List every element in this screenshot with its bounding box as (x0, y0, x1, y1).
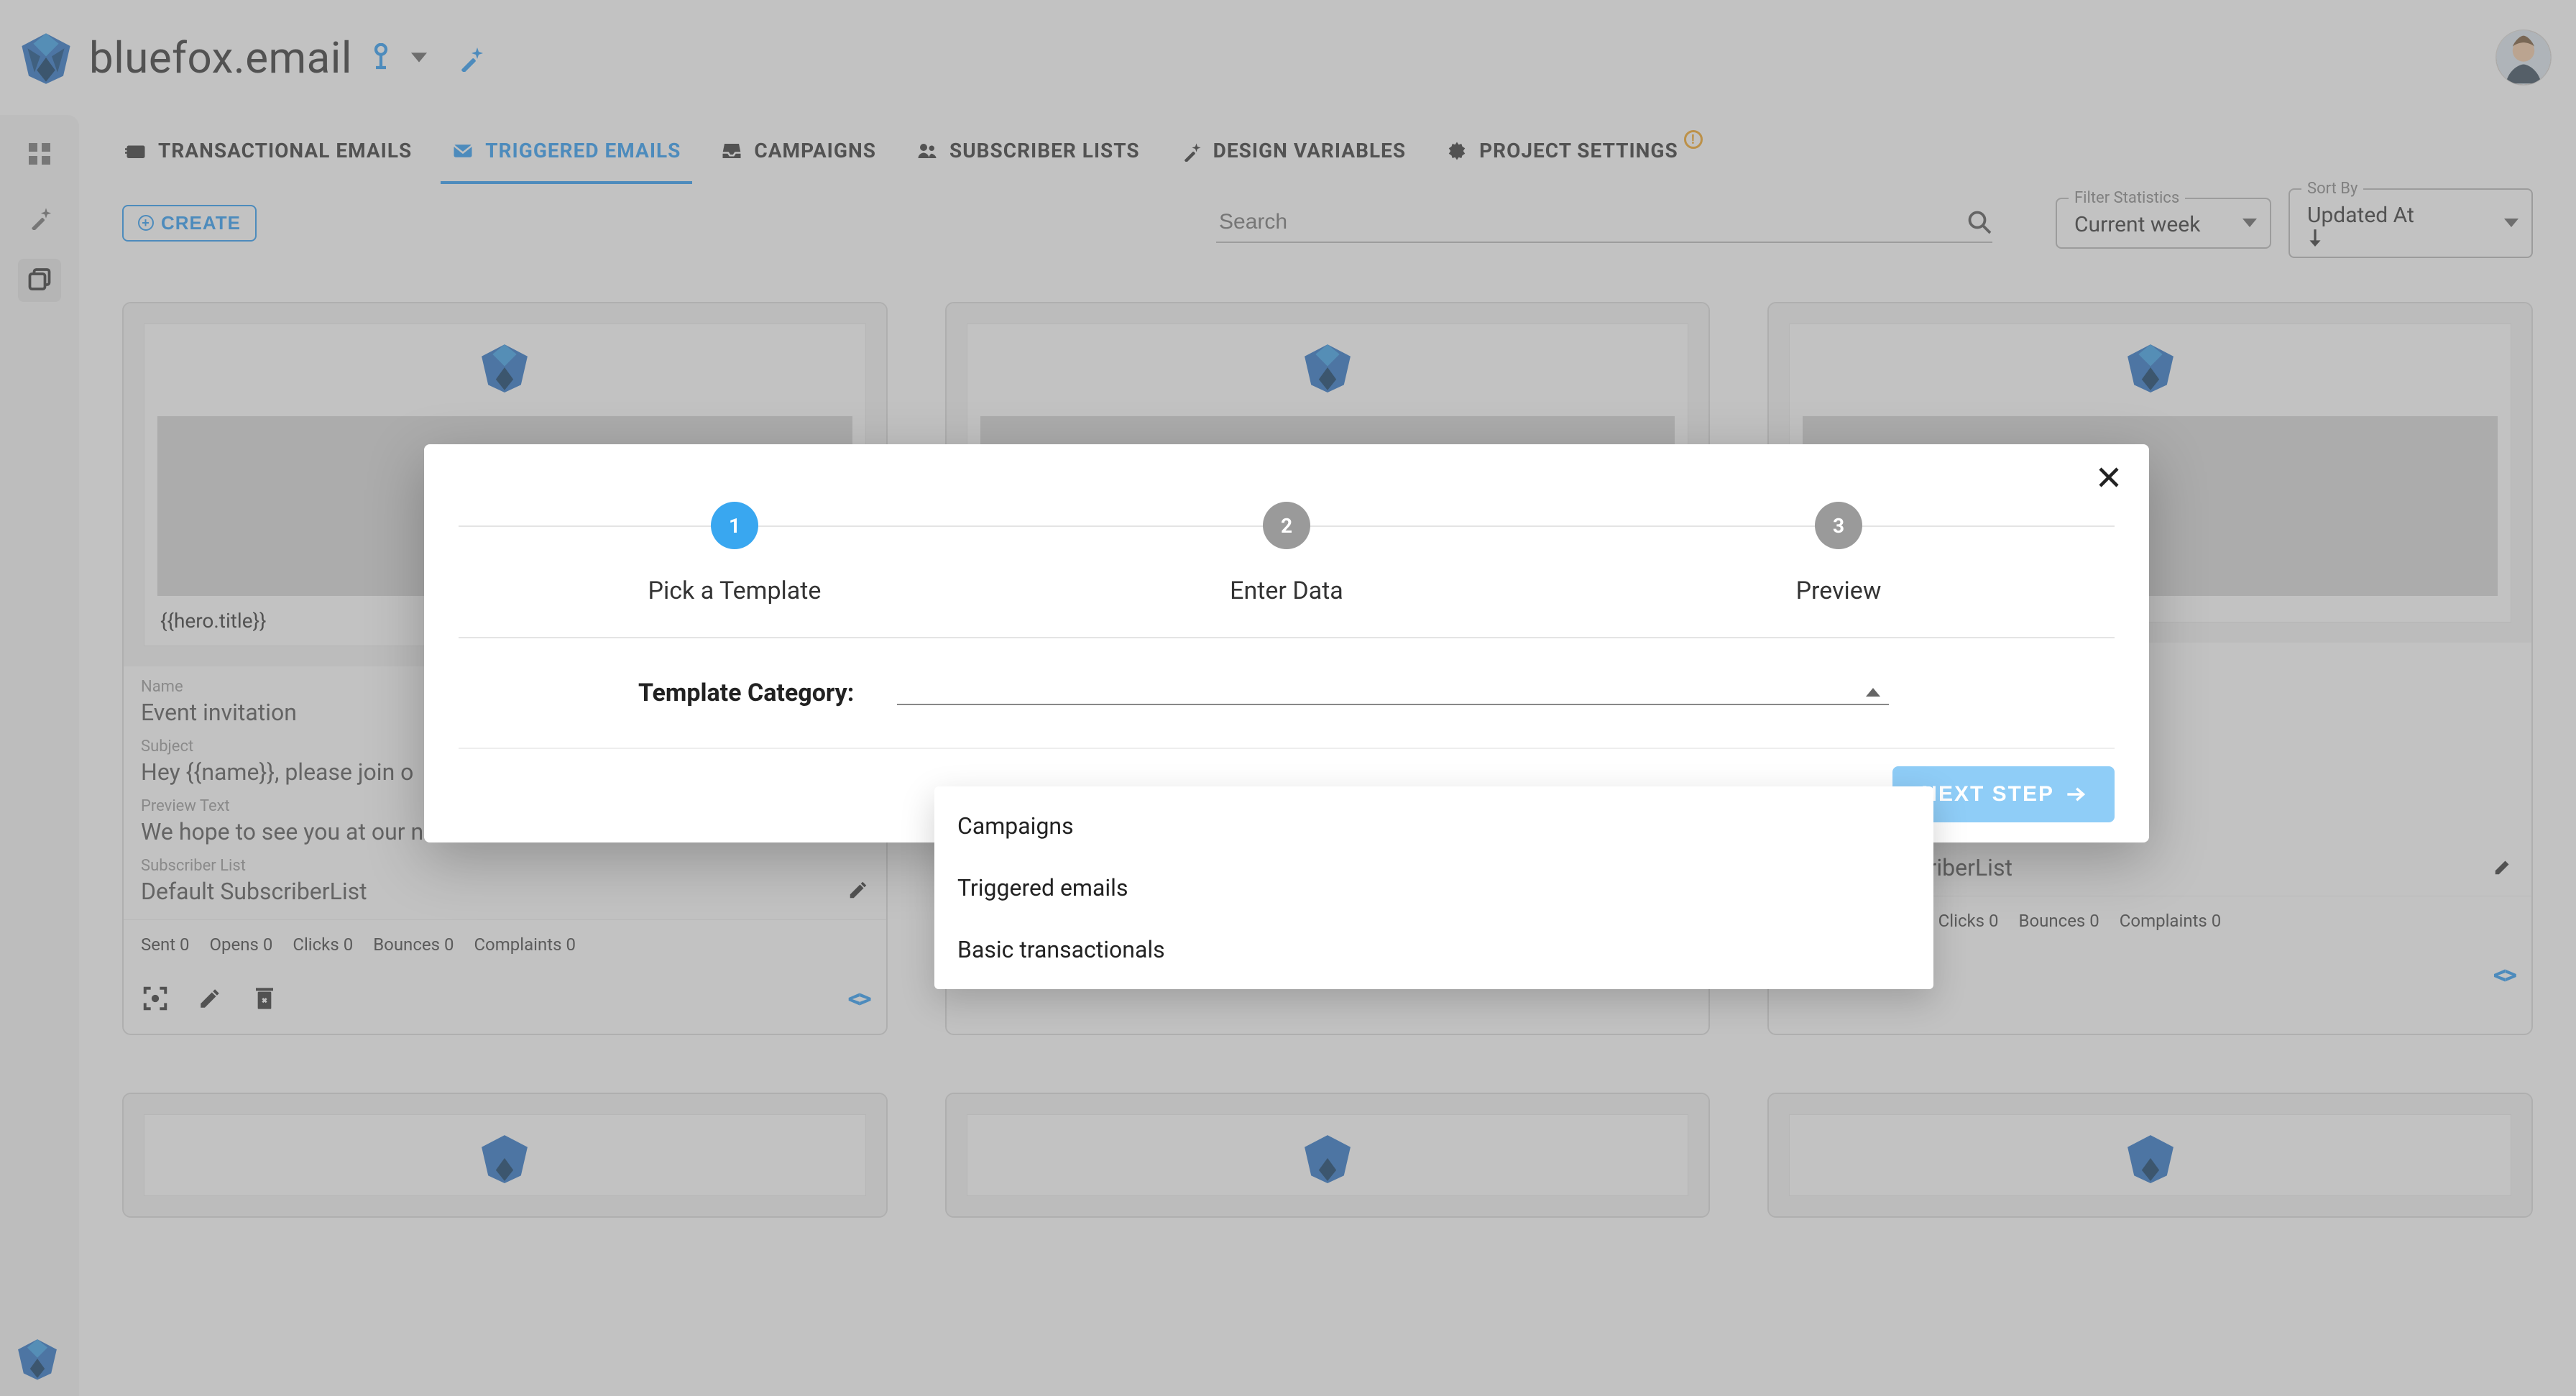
template-category-select[interactable] (897, 681, 1889, 705)
stepper: 1Pick a Template 2Enter Data 3Preview (459, 502, 2115, 605)
step-3[interactable]: 3Preview (1563, 502, 2115, 605)
dropdown-option-campaigns[interactable]: Campaigns (934, 795, 1933, 857)
arrow-right-icon (2066, 786, 2086, 803)
caret-up-icon (1866, 688, 1880, 697)
step-1[interactable]: 1Pick a Template (459, 502, 1011, 605)
step-1-label: Pick a Template (459, 577, 1011, 605)
dropdown-option-basic-transactionals[interactable]: Basic transactionals (934, 919, 1933, 981)
create-modal: 1Pick a Template 2Enter Data 3Preview Te… (424, 444, 2149, 842)
step-2-label: Enter Data (1011, 577, 1563, 605)
template-category-label: Template Category: (638, 679, 854, 707)
step-3-label: Preview (1563, 577, 2115, 605)
dropdown-option-triggered[interactable]: Triggered emails (934, 857, 1933, 919)
template-category-dropdown: Campaigns Triggered emails Basic transac… (934, 786, 1933, 989)
close-icon[interactable] (2096, 464, 2122, 490)
step-2[interactable]: 2Enter Data (1011, 502, 1563, 605)
